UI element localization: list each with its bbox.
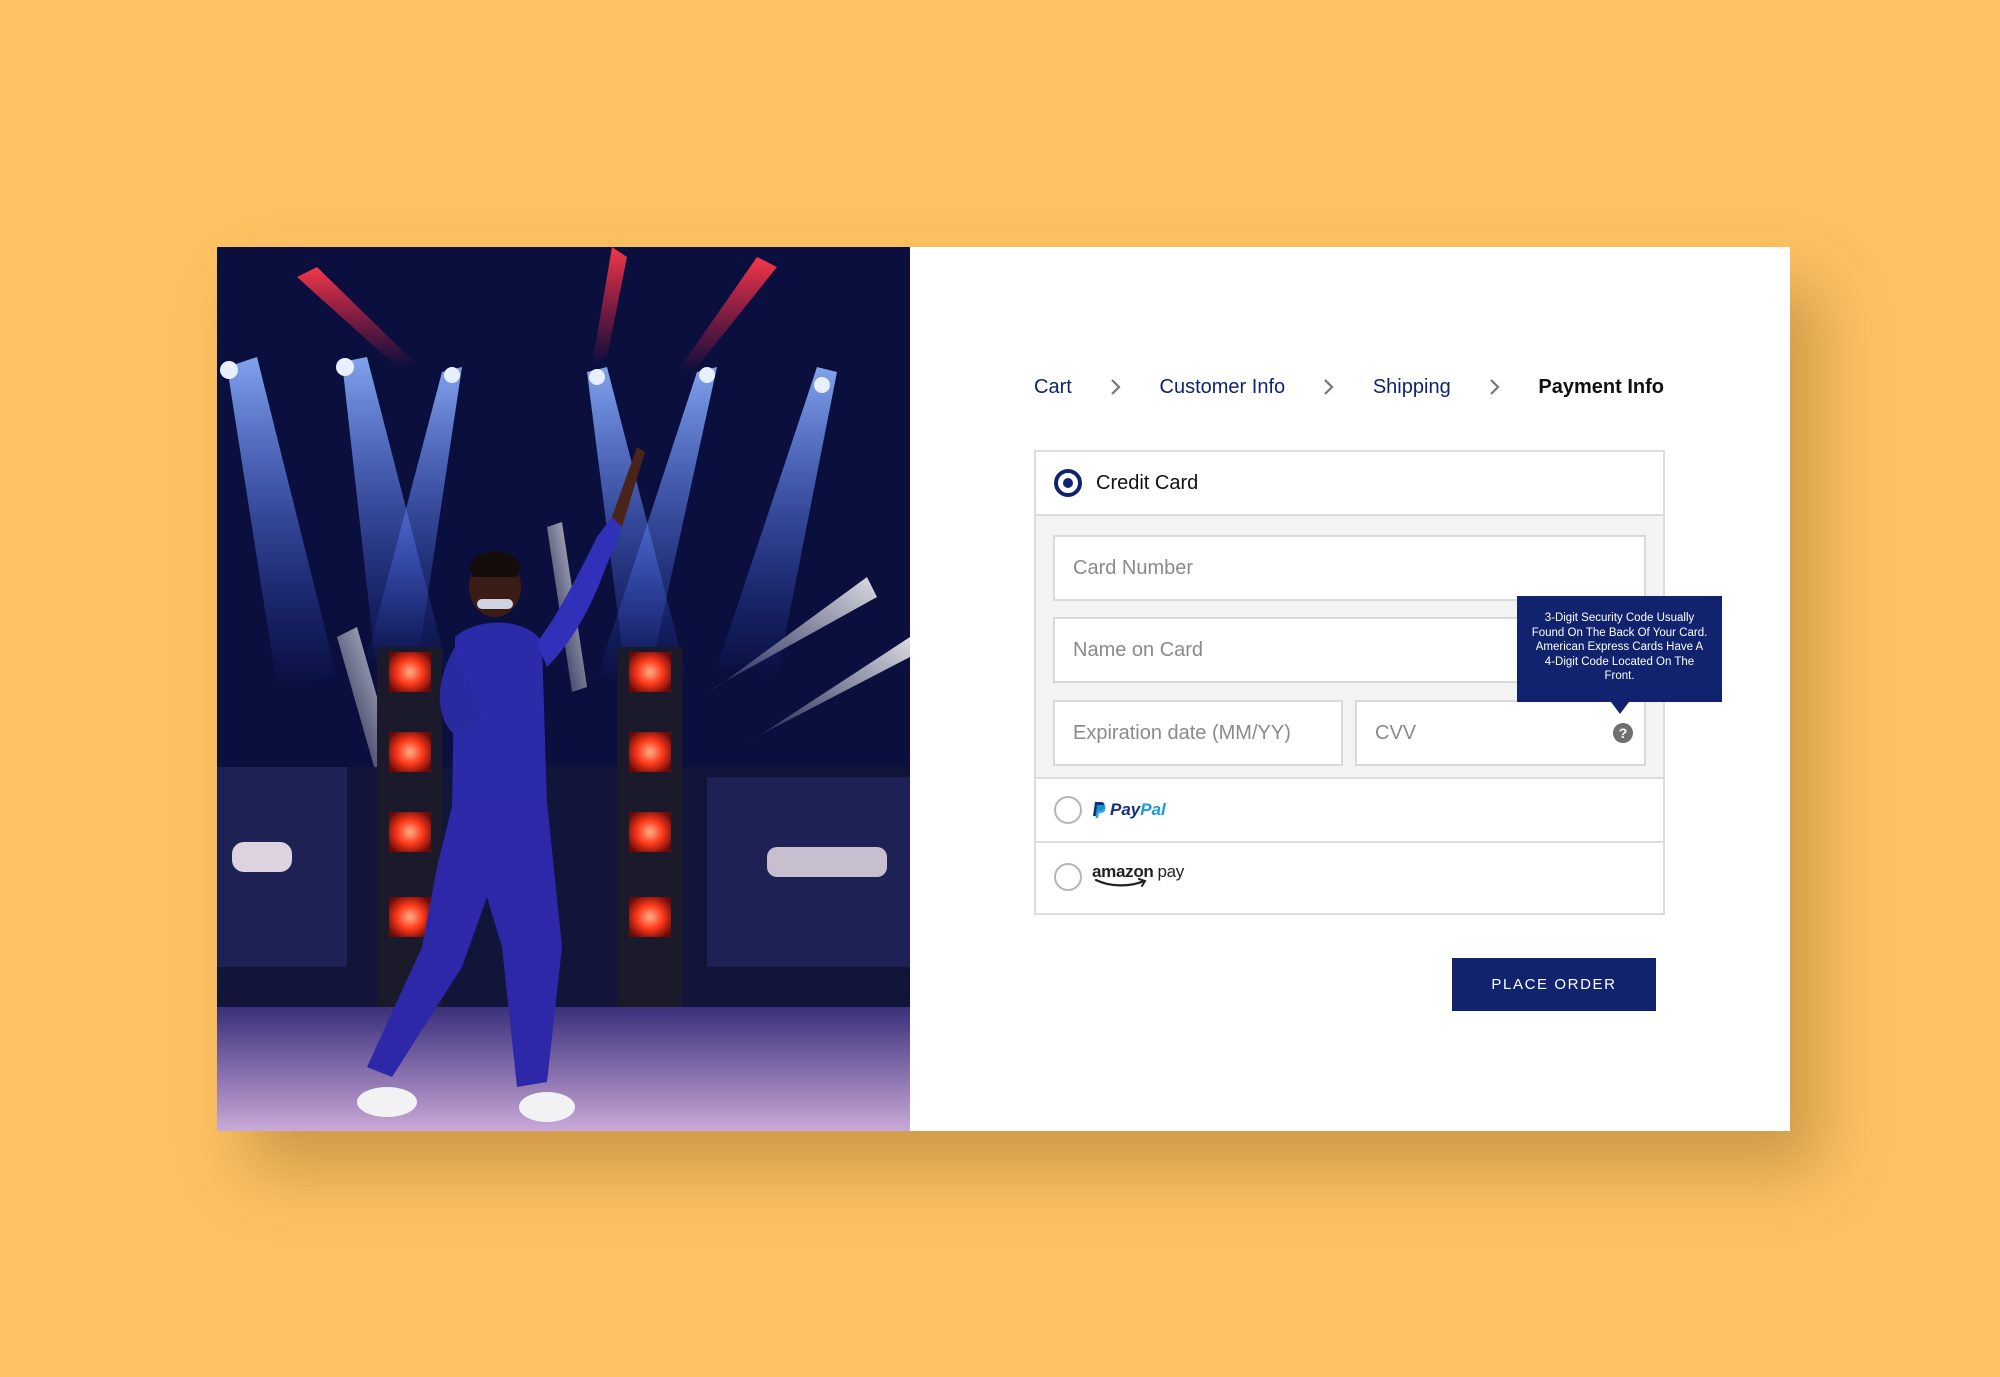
payment-option-amazon-pay[interactable]: amazon pay — [1036, 843, 1663, 911]
led-panel — [629, 652, 671, 692]
paypal-radio[interactable] — [1054, 796, 1082, 824]
led-panel — [629, 812, 671, 852]
led-panel — [389, 812, 431, 852]
breadcrumb-customer-info[interactable]: Customer Info — [1160, 376, 1286, 399]
paypal-word-pal: Pal — [1140, 800, 1166, 819]
amazon-pay-radio[interactable] — [1054, 863, 1082, 891]
paypal-logo: PayPal — [1092, 800, 1166, 820]
credit-card-label: Credit Card — [1096, 471, 1199, 494]
stage-light-prop — [232, 842, 292, 872]
led-panel — [629, 732, 671, 772]
payment-option-credit-card[interactable]: Credit Card — [1036, 452, 1663, 516]
breadcrumb-cart[interactable]: Cart — [1034, 376, 1072, 399]
amazon-pay-word: pay — [1157, 862, 1185, 881]
place-order-button[interactable]: PLACE ORDER — [1452, 958, 1656, 1011]
payment-option-paypal[interactable]: PayPal — [1036, 779, 1663, 843]
led-panel — [629, 897, 671, 937]
spotlight — [814, 377, 830, 393]
paypal-p-icon — [1093, 802, 1106, 818]
checkout-card: Cart Customer Info Shipping Payment Info… — [217, 247, 1790, 1131]
expiration-date-input[interactable] — [1053, 700, 1343, 766]
chevron-right-icon — [1489, 378, 1501, 396]
amazon-pay-logo: amazon pay — [1092, 862, 1184, 892]
breadcrumb: Cart Customer Info Shipping Payment Info — [1034, 367, 1664, 407]
spotlight — [220, 361, 238, 379]
led-panel — [389, 732, 431, 772]
breadcrumb-shipping[interactable]: Shipping — [1373, 376, 1451, 399]
checkout-content: Cart Customer Info Shipping Payment Info… — [910, 247, 1790, 1131]
chevron-right-icon — [1323, 378, 1335, 396]
paypal-word-pay: Pay — [1110, 800, 1141, 819]
led-panel — [389, 652, 431, 692]
spotlight — [444, 367, 460, 383]
breadcrumb-payment-info: Payment Info — [1538, 375, 1664, 398]
concert-photo-illustration — [217, 247, 910, 1131]
cvv-input[interactable] — [1355, 700, 1646, 766]
stage-light-prop — [767, 847, 887, 877]
spotlight — [589, 369, 605, 385]
chevron-right-icon — [1110, 378, 1122, 396]
question-circle-icon[interactable]: ? — [1613, 723, 1633, 743]
led-panel — [389, 897, 431, 937]
card-number-input[interactable] — [1053, 535, 1646, 601]
concert-photo — [217, 247, 910, 1131]
cvv-tooltip: 3-Digit Security Code Usually Found On T… — [1517, 596, 1722, 714]
spotlight — [336, 358, 354, 376]
spotlight — [699, 367, 715, 383]
credit-card-radio[interactable] — [1054, 469, 1082, 497]
amazon-smile-icon — [1094, 878, 1147, 887]
